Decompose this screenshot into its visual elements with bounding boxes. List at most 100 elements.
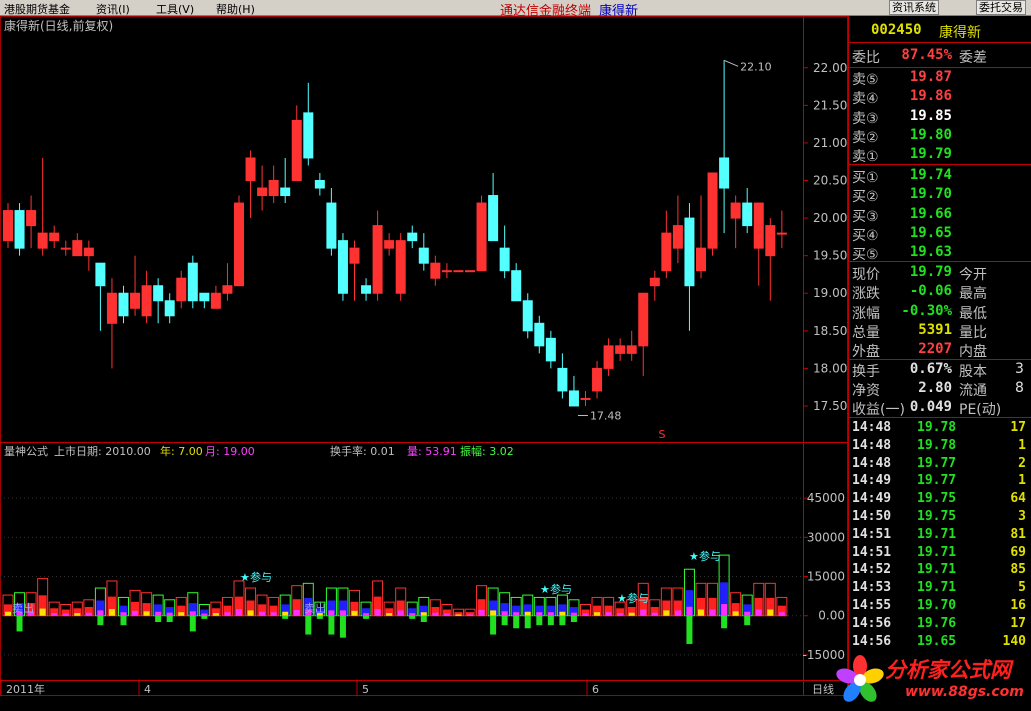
- tick-time: 14:48: [852, 437, 892, 453]
- tick-row[interactable]: 14:51 19.71 69: [849, 545, 1031, 563]
- candle-body: [314, 180, 325, 189]
- x-tick-label: 2011年: [6, 682, 45, 696]
- volume-inner-bar: [143, 611, 150, 616]
- sell-signal-label: 卖出: [304, 601, 326, 615]
- candle-body: [730, 202, 741, 219]
- negative-bar: [744, 615, 751, 626]
- y-tick-label: 21.50: [813, 98, 847, 112]
- quote-row-value: 5391: [918, 321, 952, 338]
- ratio-label: 委比: [852, 50, 880, 66]
- tick-row[interactable]: 14:49 19.77 1: [849, 473, 1031, 491]
- ratio-label-2: 委差: [959, 50, 987, 66]
- tick-volume: 3: [1018, 509, 1026, 524]
- tick-row[interactable]: 14:53 19.71 5: [849, 580, 1031, 598]
- tick-row[interactable]: 14:52 19.71 85: [849, 562, 1031, 580]
- tick-row[interactable]: 14:49 19.75 64: [849, 491, 1031, 509]
- ask-row-label: 卖⑤: [852, 72, 879, 88]
- ask-row-value: 19.85: [909, 107, 952, 124]
- candle-body: [72, 240, 83, 257]
- bid-row: 买③ 19.66: [849, 206, 1031, 225]
- candle-body: [499, 247, 510, 272]
- quote-row-value: -0.30%: [901, 302, 952, 319]
- bid-row: 买② 19.70: [849, 186, 1031, 206]
- site-watermark: 分析家公式网 www.88gs.com: [830, 650, 1030, 708]
- stock-header: 002450 康得新: [849, 22, 1031, 41]
- tick-price: 19.78: [917, 437, 957, 453]
- quote-row-label-2: 最低: [959, 305, 987, 322]
- volume-inner-bar: [166, 612, 173, 616]
- candle-body: [522, 300, 533, 332]
- tick-row[interactable]: 14:48 19.77 2: [849, 456, 1031, 474]
- news-system-button[interactable]: 资讯系统: [889, 0, 939, 15]
- trade-button[interactable]: 委托交易: [976, 0, 1026, 15]
- candle-body: [49, 232, 60, 242]
- finance-row-label-2: 流通: [959, 383, 987, 399]
- bid-row-label: 买④: [852, 227, 879, 244]
- tick-row[interactable]: 14:56 19.76 17: [849, 616, 1031, 634]
- bid-row-value: 19.65: [909, 224, 952, 241]
- tick-price: 19.71: [917, 580, 957, 596]
- tick-time: 14:48: [852, 420, 892, 435]
- menu-news[interactable]: 资讯(I): [96, 1, 130, 17]
- volume-inner-bar: [85, 612, 92, 616]
- candle-body: [326, 202, 337, 249]
- negative-bar: [536, 615, 543, 626]
- kline-chart[interactable]: 康得新(日线,前复权) 22.00 21.50 21.00 20.50 20.00 19.5…: [0, 16, 848, 696]
- tick-row[interactable]: 14:48 19.78 1: [849, 438, 1031, 456]
- menu-help[interactable]: 帮助(H): [216, 1, 255, 17]
- stock-code: 002450: [871, 22, 922, 38]
- low-label: 17.48: [590, 409, 622, 422]
- volume-inner-bar: [443, 613, 450, 616]
- tick-price: 19.76: [917, 615, 957, 631]
- candle-body: [453, 270, 464, 273]
- tick-time: 14:49: [852, 491, 892, 507]
- candle-body: [176, 277, 187, 302]
- bid-row-label: 买②: [852, 189, 879, 206]
- ask-row: 卖① 19.79: [849, 146, 1031, 165]
- star-icon: ★: [689, 550, 699, 563]
- negative-bar: [501, 615, 508, 626]
- tick-row[interactable]: 14:55 19.70 16: [849, 598, 1031, 616]
- volume-inner-bar: [397, 610, 404, 616]
- candle-body: [372, 225, 383, 294]
- tick-time: 14:49: [852, 473, 892, 489]
- bid-row-value: 19.63: [909, 244, 952, 261]
- ask-row-value: 19.80: [909, 126, 952, 143]
- y-tick-label: 22.00: [813, 61, 847, 75]
- candle-body: [696, 247, 706, 272]
- tick-row[interactable]: 14:56 19.65 140: [849, 634, 1031, 652]
- negative-bar: [120, 615, 127, 626]
- volume-inner-bar: [721, 604, 728, 616]
- candle-body: [476, 202, 487, 272]
- tick-row[interactable]: 14:48 19.78 17: [849, 420, 1031, 438]
- ratio-row: 委比 87.45% 委差: [849, 47, 1031, 66]
- ask-row-value: 19.87: [909, 69, 952, 85]
- volume-inner-bar: [224, 612, 231, 616]
- candle-body: [753, 202, 764, 249]
- tick-price: 19.65: [917, 633, 957, 649]
- tick-row[interactable]: 14:51 19.71 81: [849, 527, 1031, 545]
- volume-inner-bar: [420, 612, 427, 616]
- y-tick-label: 20.50: [813, 174, 847, 188]
- s-marker: S: [659, 428, 666, 441]
- volume-inner-bar: [282, 611, 289, 616]
- tick-price: 19.71: [917, 526, 957, 542]
- finance-row: 收益(一) 0.049 PE(动): [849, 399, 1031, 418]
- negative-bar: [316, 615, 323, 619]
- quote-row-value: -0.06: [909, 283, 952, 300]
- volume-inner-bar: [74, 613, 81, 616]
- y-tick-label: 20.00: [813, 211, 847, 225]
- quote-row: 现价 19.79 今开: [849, 264, 1031, 283]
- finance-row-label-2: PE(动): [959, 402, 1002, 418]
- quote-row-value: 19.79: [909, 264, 952, 280]
- volume-inner-bar: [594, 612, 601, 616]
- volume-inner-bar: [374, 609, 381, 616]
- menu-hk-futures[interactable]: 港股期货基金: [4, 1, 70, 17]
- candle-body: [638, 292, 649, 347]
- volume-inner-bar: [570, 612, 577, 616]
- volume-inner-bar: [259, 611, 266, 616]
- chart-area[interactable]: 康得新(日线,前复权) 22.00 21.50 21.00 20.50 20.00 19.5…: [0, 16, 848, 696]
- menu-tools[interactable]: 工具(V): [156, 1, 194, 17]
- tick-price: 19.75: [917, 491, 957, 507]
- tick-row[interactable]: 14:50 19.75 3: [849, 509, 1031, 527]
